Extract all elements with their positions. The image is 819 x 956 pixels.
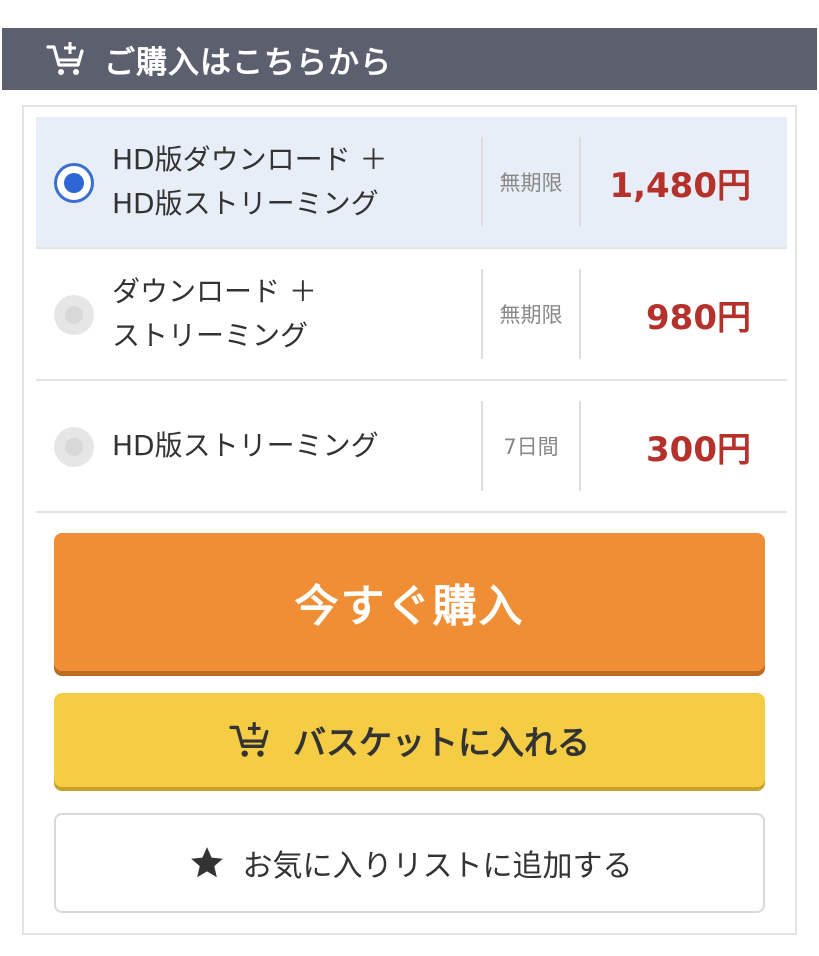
purchase-widget: ご購入はこちらから HD版ダウンロード ＋ HD版ストリーミング 無期限 1,4…: [0, 0, 819, 956]
purchase-option-download-streaming[interactable]: ダウンロード ＋ ストリーミング 無期限 980円: [36, 249, 787, 381]
purchase-header-title: ご購入はこちらから: [104, 44, 392, 81]
option-name: HD版ダウンロード ＋ HD版ストリーミング: [112, 117, 472, 247]
cart-add-icon: [46, 39, 86, 79]
option-name: ダウンロード ＋ ストリーミング: [112, 249, 472, 379]
radio-button[interactable]: [54, 427, 94, 467]
purchase-header: ご購入はこちらから: [2, 28, 817, 90]
radio-button-selected[interactable]: [54, 163, 94, 203]
add-to-basket-button[interactable]: バスケットに入れる: [54, 693, 765, 787]
purchase-option-hd-download-streaming[interactable]: HD版ダウンロード ＋ HD版ストリーミング 無期限 1,480円: [36, 117, 787, 249]
option-name-line1: ダウンロード ＋: [112, 275, 317, 308]
option-name-line1: HD版ダウンロード ＋: [112, 143, 388, 176]
buy-now-button[interactable]: 今すぐ購入: [54, 533, 765, 671]
option-period: 無期限: [499, 303, 563, 327]
radio-button[interactable]: [54, 295, 94, 335]
purchase-option-hd-streaming[interactable]: HD版ストリーミング 7日間 300円: [36, 381, 787, 513]
option-price: 1,480円: [609, 165, 751, 206]
add-to-favorites-button[interactable]: お気に入りリストに追加する: [54, 813, 765, 913]
purchase-options-panel: HD版ダウンロード ＋ HD版ストリーミング 無期限 1,480円 ダウンロード…: [22, 105, 797, 935]
option-name: HD版ストリーミング: [112, 381, 472, 511]
add-to-favorites-label: お気に入りリストに追加する: [242, 849, 633, 884]
add-to-basket-label: バスケットに入れる: [293, 723, 590, 762]
cart-add-icon: [229, 719, 271, 761]
option-name-line1: HD版ストリーミング: [112, 429, 379, 462]
option-price: 980円: [646, 297, 751, 338]
option-period: 無期限: [499, 171, 563, 195]
option-price: 300円: [646, 429, 751, 470]
option-name-line2: HD版ストリーミング: [112, 187, 379, 220]
option-name-line2: ストリーミング: [112, 319, 309, 352]
star-icon: [187, 843, 227, 883]
option-period: 7日間: [503, 435, 559, 459]
